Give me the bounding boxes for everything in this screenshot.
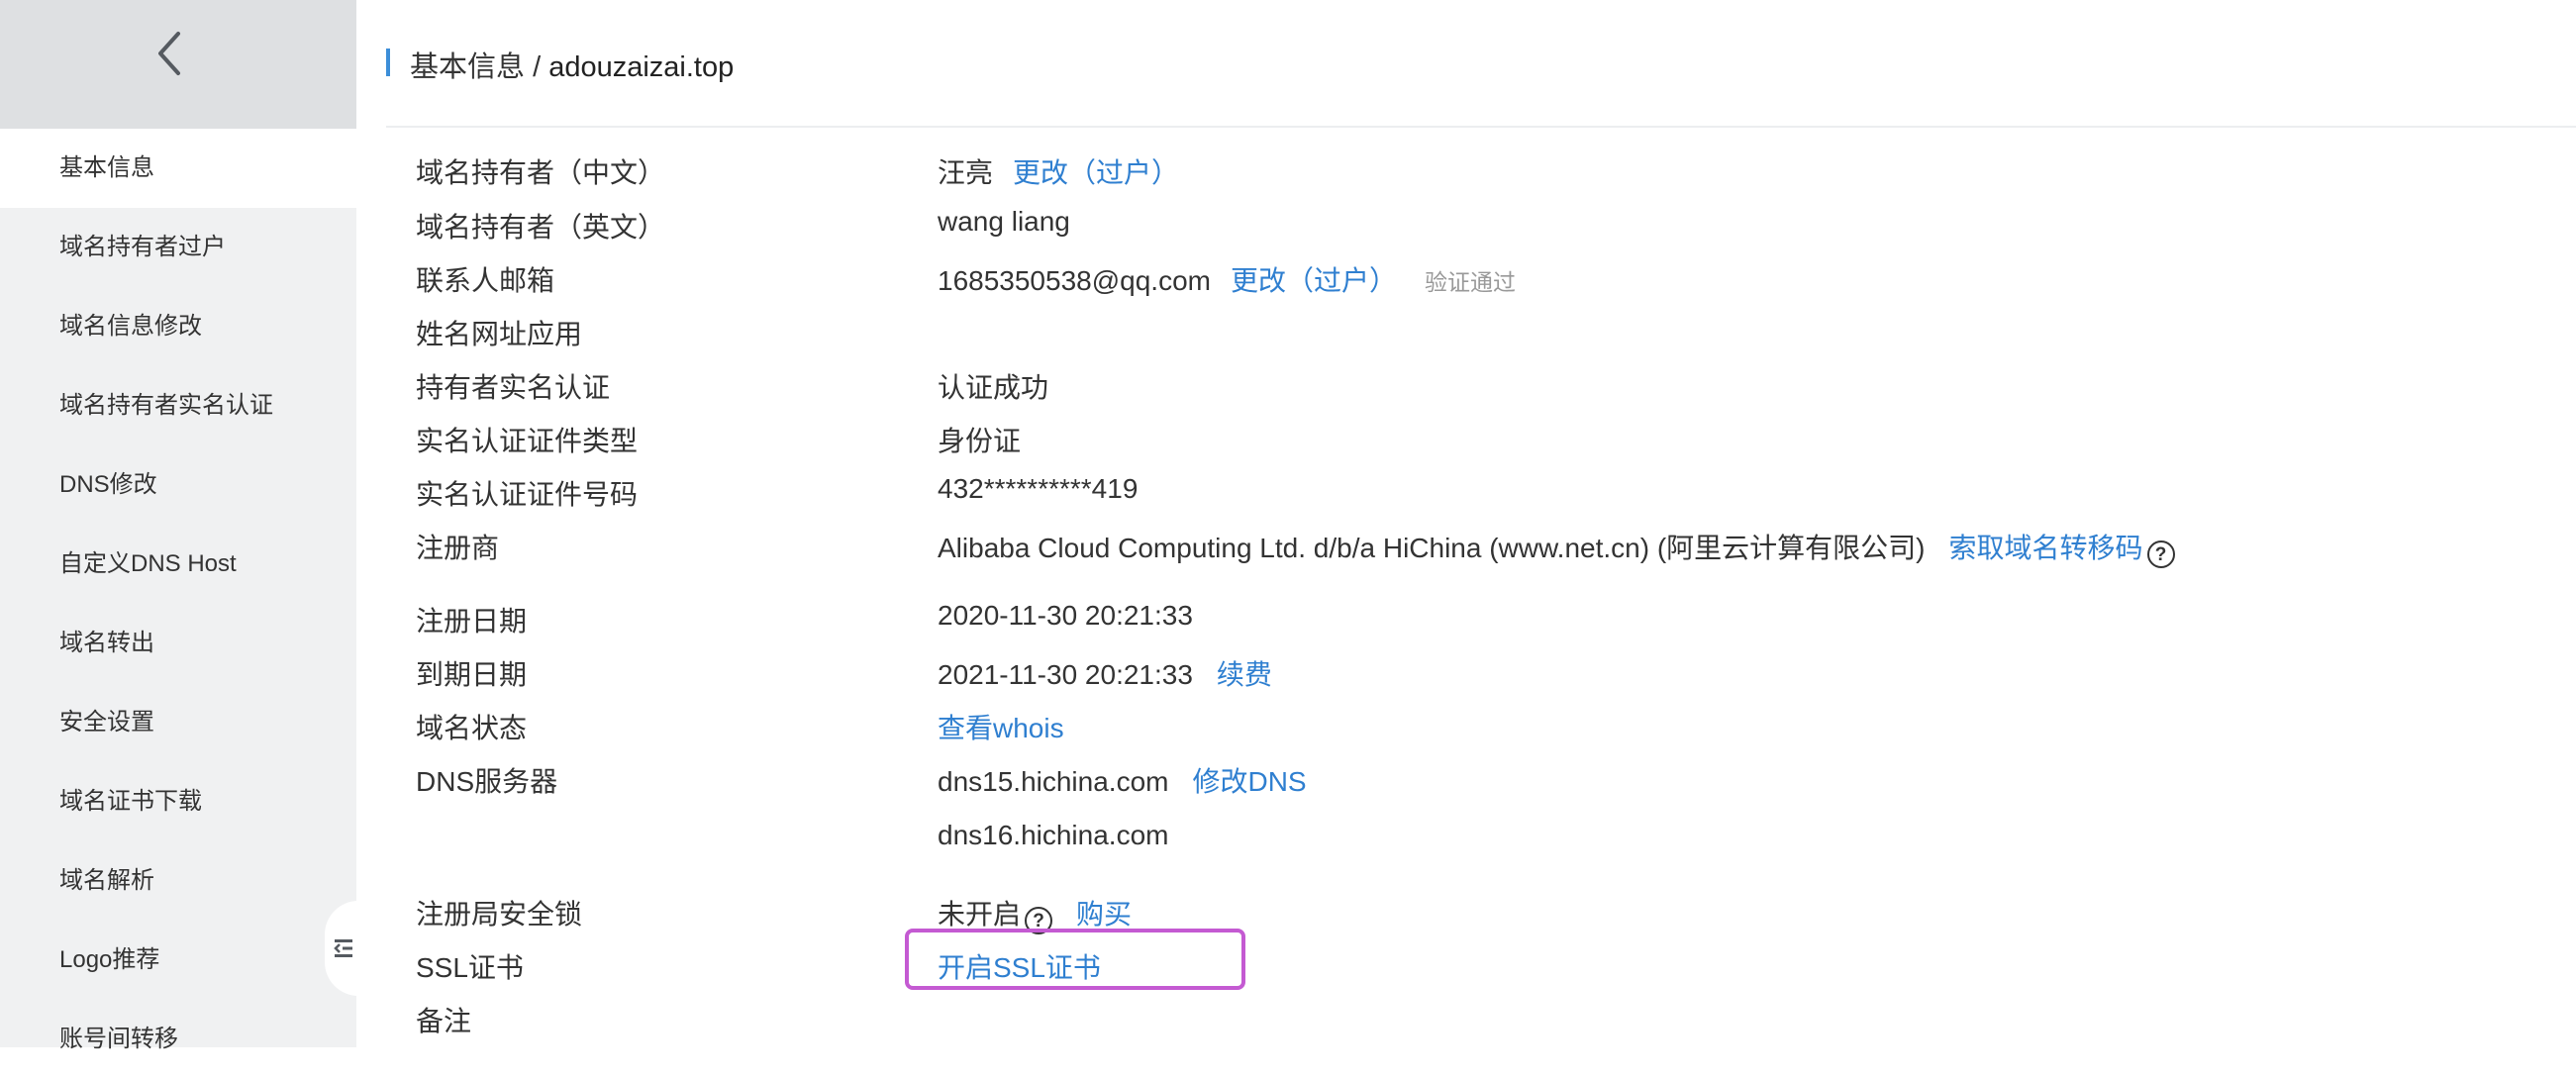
sidebar-item-basic-info[interactable]: 基本信息: [0, 129, 356, 208]
sidebar-item-info-modify[interactable]: 域名信息修改: [0, 287, 356, 366]
exp-date-label: 到期日期: [416, 659, 528, 690]
dns-server-1: dns15.hichina.com: [938, 766, 1169, 797]
sidebar-item-logo[interactable]: Logo推荐: [0, 921, 356, 1000]
registry-lock-label: 注册局安全锁: [416, 899, 583, 930]
email-row: 1685350538@qq.com 更改（过户） 验证通过: [938, 259, 1516, 299]
dns-label: DNS服务器: [416, 766, 558, 797]
reg-date-value: 2020-11-30 20:21:33: [938, 600, 1193, 631]
registry-lock-value: 未开启: [938, 899, 1022, 930]
sidebar-item-account-transfer[interactable]: 账号间转移: [0, 1000, 356, 1079]
realname-label: 持有者实名认证: [416, 372, 611, 403]
id-type-value: 身份证: [938, 426, 1022, 456]
email-verified-status: 验证通过: [1424, 269, 1516, 295]
sidebar-item-dns-modify[interactable]: DNS修改: [0, 445, 356, 525]
sidebar: 基本信息 域名持有者过户 域名信息修改 域名持有者实名认证 DNS修改 自定义D…: [0, 0, 356, 1052]
title-accent-bar: [386, 49, 390, 76]
owner-cn-change-link[interactable]: 更改（过户）: [1013, 157, 1179, 188]
chevron-left-icon[interactable]: [150, 30, 190, 77]
registrar-value: Alibaba Cloud Computing Ltd. d/b/a HiChi…: [938, 533, 1926, 563]
question-circle-icon[interactable]: ?: [2146, 540, 2175, 568]
page-title-section: 基本信息: [410, 51, 526, 83]
sidebar-item-transfer-out[interactable]: 域名转出: [0, 604, 356, 683]
buy-link[interactable]: 购买: [1076, 899, 1132, 930]
id-number-label: 实名认证证件号码: [416, 479, 639, 510]
ssl-label: SSL证书: [416, 952, 524, 983]
renew-link[interactable]: 续费: [1217, 659, 1272, 690]
owner-cn-value: 汪亮: [938, 157, 994, 188]
sidebar-item-owner-transfer[interactable]: 域名持有者过户: [0, 208, 356, 287]
collapse-sidebar-icon: [334, 939, 352, 957]
view-whois-link[interactable]: 查看whois: [938, 707, 1064, 746]
sidebar-item-dns-resolve[interactable]: 域名解析: [0, 841, 356, 921]
exp-date-row: 2021-11-30 20:21:33 续费: [938, 653, 1272, 693]
owner-cn-label: 域名持有者（中文）: [416, 157, 666, 188]
sidebar-item-realname-auth[interactable]: 域名持有者实名认证: [0, 366, 356, 445]
id-type-label: 实名认证证件类型: [416, 426, 639, 456]
header-divider: [386, 126, 2576, 128]
sidebar-item-security[interactable]: 安全设置: [0, 683, 356, 762]
page-title: 基本信息 / adouzaizai.top: [410, 44, 734, 85]
reg-date-label: 注册日期: [416, 606, 528, 637]
registrar-row: Alibaba Cloud Computing Ltd. d/b/a HiChi…: [938, 527, 2175, 568]
dns-server-2: dns16.hichina.com: [938, 820, 1169, 850]
email-label: 联系人邮箱: [416, 265, 555, 296]
dns-row: dns15.hichina.com 修改DNS: [938, 760, 1307, 800]
request-transfer-code-link[interactable]: 索取域名转移码: [1948, 533, 2142, 563]
email-change-link[interactable]: 更改（过户）: [1231, 265, 1397, 296]
email-value: 1685350538@qq.com: [938, 265, 1211, 296]
ssl-highlight-box: [905, 929, 1245, 990]
id-number-value: 432**********419: [938, 473, 1139, 504]
realname-value: 认证成功: [938, 372, 1049, 403]
owner-en-label: 域名持有者（英文）: [416, 212, 666, 243]
sidebar-item-cert-download[interactable]: 域名证书下载: [0, 762, 356, 841]
exp-date-value: 2021-11-30 20:21:33: [938, 659, 1193, 690]
page-title-separator: /: [525, 51, 549, 83]
domain-status-label: 域名状态: [416, 713, 528, 743]
owner-en-value: wang liang: [938, 206, 1070, 237]
personal-url-label: 姓名网址应用: [416, 319, 583, 349]
sidebar-item-custom-dns-host[interactable]: 自定义DNS Host: [0, 525, 356, 604]
registrar-label: 注册商: [416, 533, 500, 563]
remark-label: 备注: [416, 1006, 472, 1036]
sidebar-header: [0, 0, 356, 129]
owner-cn-row: 汪亮 更改（过户）: [938, 151, 1179, 191]
page-title-domain: adouzaizai.top: [548, 51, 735, 83]
modify-dns-link[interactable]: 修改DNS: [1192, 766, 1306, 797]
